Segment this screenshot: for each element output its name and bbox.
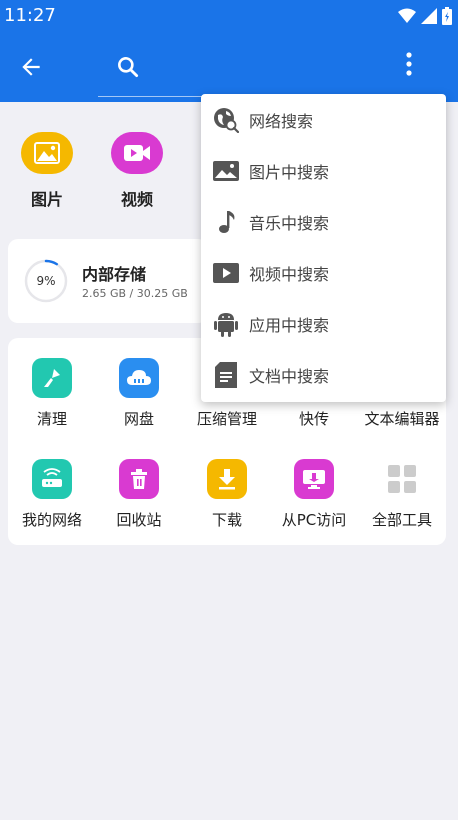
tool-label: 清理 bbox=[36, 410, 67, 428]
tool-cleanup[interactable]: 清理 bbox=[8, 358, 96, 429]
tool-label: 回收站 bbox=[116, 511, 162, 529]
tool-recycle-bin[interactable]: 回收站 bbox=[95, 459, 183, 530]
menu-item-web-search[interactable]: 网络搜索 bbox=[201, 94, 446, 145]
quick-item-label: 图片 bbox=[30, 190, 63, 209]
status-time: 11:27 bbox=[4, 5, 56, 26]
tool-access-from-pc[interactable]: 从PC访问 bbox=[270, 459, 358, 530]
search-field-underline bbox=[98, 96, 208, 97]
tool-label: 下载 bbox=[211, 511, 242, 529]
quick-item-videos[interactable]: 视频 bbox=[102, 116, 172, 210]
storage-size: 2.65 GB / 30.25 GB bbox=[82, 287, 188, 300]
tool-label: 我的网络 bbox=[21, 511, 82, 529]
quick-item-images[interactable]: 图片 bbox=[12, 116, 82, 210]
menu-item-search-apps[interactable]: 应用中搜索 bbox=[201, 298, 446, 349]
grid-icon bbox=[382, 459, 422, 499]
tool-label: 全部工具 bbox=[371, 511, 432, 529]
search-icon bbox=[118, 57, 139, 78]
menu-item-label: 应用中搜索 bbox=[249, 315, 330, 335]
tool-label: 快传 bbox=[298, 410, 329, 428]
web-search-icon bbox=[213, 107, 239, 133]
menu-item-label: 视频中搜索 bbox=[249, 264, 330, 284]
trash-icon bbox=[119, 459, 159, 499]
internal-storage-card[interactable]: 9% 内部存储 2.65 GB / 30.25 GB bbox=[8, 239, 208, 323]
cloud-icon bbox=[119, 358, 159, 398]
menu-item-label: 文档中搜索 bbox=[249, 366, 330, 386]
storage-title: 内部存储 bbox=[82, 265, 147, 284]
video-icon bbox=[213, 260, 239, 286]
status-bar: 11:27 bbox=[0, 0, 458, 32]
tool-label: 压缩管理 bbox=[196, 410, 257, 428]
tool-download[interactable]: 下载 bbox=[183, 459, 271, 530]
tool-label: 网盘 bbox=[123, 410, 154, 428]
tool-cloud-drive[interactable]: 网盘 bbox=[95, 358, 183, 429]
battery-icon bbox=[442, 7, 452, 25]
broom-icon bbox=[32, 358, 72, 398]
app-bar bbox=[0, 32, 458, 102]
quick-item-label: 视频 bbox=[120, 190, 153, 209]
router-icon bbox=[32, 459, 72, 499]
storage-percent: 9% bbox=[36, 274, 56, 288]
menu-item-search-music[interactable]: 音乐中搜索 bbox=[201, 196, 446, 247]
menu-item-label: 图片中搜索 bbox=[249, 162, 330, 182]
more-vert-icon bbox=[406, 52, 412, 76]
pc-access-icon bbox=[294, 459, 334, 499]
document-icon bbox=[213, 361, 239, 388]
arrow-left-icon bbox=[22, 58, 40, 76]
menu-item-search-images[interactable]: 图片中搜索 bbox=[201, 145, 446, 196]
tool-my-network[interactable]: 我的网络 bbox=[8, 459, 96, 530]
search-scope-menu: 网络搜索 图片中搜索 音乐中搜索 视频中搜索 应用中搜索 文档中搜索 bbox=[201, 94, 446, 402]
status-icons bbox=[398, 7, 452, 25]
quick-access: 图片 视频 bbox=[8, 116, 204, 222]
music-icon bbox=[213, 209, 239, 235]
tool-all-tools[interactable]: 全部工具 bbox=[358, 459, 446, 530]
menu-item-search-videos[interactable]: 视频中搜索 bbox=[201, 247, 446, 298]
tool-label: 从PC访问 bbox=[281, 511, 347, 529]
image-icon bbox=[21, 132, 73, 174]
video-icon bbox=[111, 132, 163, 174]
android-icon bbox=[213, 311, 239, 337]
menu-item-search-documents[interactable]: 文档中搜索 bbox=[201, 349, 446, 400]
image-icon bbox=[213, 158, 239, 184]
wifi-icon bbox=[398, 8, 416, 23]
menu-item-label: 音乐中搜索 bbox=[249, 213, 330, 233]
back-button[interactable] bbox=[18, 54, 44, 80]
search-button[interactable] bbox=[115, 54, 141, 80]
more-options-button[interactable] bbox=[398, 50, 420, 82]
menu-item-label: 网络搜索 bbox=[249, 111, 314, 131]
download-icon bbox=[207, 459, 247, 499]
tool-label: 文本编辑器 bbox=[364, 410, 440, 428]
signal-icon bbox=[421, 8, 437, 24]
